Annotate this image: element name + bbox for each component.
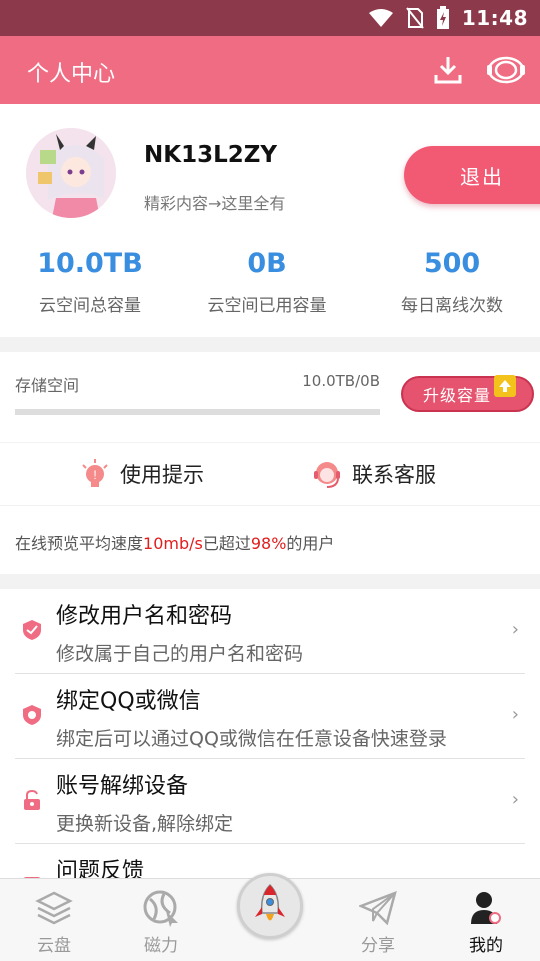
magnet-globe-icon bbox=[143, 890, 178, 927]
contact-support-button[interactable]: 联系客服 bbox=[312, 458, 436, 490]
tab-label: 磁力 bbox=[144, 936, 178, 956]
bottom-tab-bar: 云盘 磁力 分享 我的 bbox=[0, 873, 540, 961]
tab-label: 分享 bbox=[361, 936, 395, 956]
no-sim-icon bbox=[406, 7, 424, 29]
storage-section: 存储空间 10.0TB/0B 升级容量 bbox=[0, 352, 540, 442]
upgrade-capacity-button[interactable]: 升级容量 bbox=[401, 375, 534, 412]
stat-value: 0B bbox=[247, 248, 287, 279]
download-button[interactable] bbox=[428, 50, 468, 90]
user-icon bbox=[471, 892, 501, 924]
wifi-icon bbox=[368, 9, 393, 27]
settings-menu: 修改用户名和密码 修改属于自己的用户名和密码 › 绑定QQ或微信 绑定后可以通过… bbox=[0, 589, 540, 889]
contact-support-label: 联系客服 bbox=[352, 463, 436, 487]
chevron-right-icon: › bbox=[511, 789, 519, 810]
menu-item-subtitle: 更换新设备,解除绑定 bbox=[56, 813, 234, 835]
app-bar: 个人中心 bbox=[0, 36, 540, 104]
rocket-button[interactable] bbox=[237, 873, 303, 939]
rocket-icon bbox=[255, 883, 285, 921]
menu-item-unbind-device[interactable]: 账号解绑设备 更换新设备,解除绑定 › bbox=[15, 759, 525, 844]
status-bar: 11:48 bbox=[0, 0, 540, 36]
stat-total-capacity: 10.0TB 云空间总容量 bbox=[0, 248, 180, 316]
upgrade-label: 升级容量 bbox=[423, 386, 492, 405]
logout-button[interactable]: 退出 bbox=[404, 146, 540, 204]
usage-tips-button[interactable]: ! 使用提示 bbox=[80, 458, 204, 490]
stat-value: 500 bbox=[423, 248, 481, 279]
battery-charging-icon bbox=[436, 6, 449, 29]
menu-item-title: 修改用户名和密码 bbox=[56, 604, 233, 629]
stat-used-capacity: 0B 云空间已用容量 bbox=[177, 248, 357, 316]
chevron-right-icon: › bbox=[511, 704, 519, 725]
speed-percent: 98% bbox=[250, 534, 287, 553]
menu-item-subtitle: 绑定后可以通过QQ或微信在任意设备快速登录 bbox=[56, 728, 447, 750]
paper-plane-icon bbox=[359, 891, 397, 925]
tab-share[interactable]: 分享 bbox=[333, 889, 423, 956]
unlock-icon bbox=[24, 789, 40, 810]
storage-value: 10.0TB/0B bbox=[302, 372, 380, 390]
tab-label: 云盘 bbox=[37, 936, 71, 956]
bind-icon bbox=[23, 705, 41, 725]
arrow-up-icon bbox=[494, 375, 516, 397]
customer-service-button[interactable] bbox=[486, 50, 526, 90]
avatar[interactable] bbox=[26, 128, 116, 218]
chevron-right-icon: › bbox=[511, 619, 519, 640]
status-time: 11:48 bbox=[461, 6, 528, 30]
headset-icon bbox=[314, 462, 340, 488]
tab-cloud-disk[interactable]: 云盘 bbox=[9, 889, 99, 956]
menu-item-title: 绑定QQ或微信 bbox=[56, 689, 201, 714]
tab-label: 我的 bbox=[469, 936, 503, 956]
menu-item-subtitle: 修改属于自己的用户名和密码 bbox=[56, 643, 304, 665]
speed-value: 10mb/s bbox=[143, 534, 203, 553]
menu-item-title: 账号解绑设备 bbox=[56, 774, 189, 799]
shield-icon bbox=[23, 620, 41, 640]
svg-text:!: ! bbox=[93, 468, 96, 482]
tips-row: ! 使用提示 联系客服 bbox=[0, 443, 540, 505]
stat-label: 云空间总容量 bbox=[39, 296, 141, 316]
username: NK13L2ZY bbox=[144, 142, 278, 168]
customer-service-icon bbox=[487, 56, 525, 84]
stat-offline-count: 500 每日离线次数 bbox=[362, 248, 540, 316]
stat-value: 10.0TB bbox=[37, 248, 143, 279]
storage-label: 存储空间 bbox=[15, 376, 80, 395]
speed-suffix: 的用户 bbox=[286, 534, 335, 553]
stat-label: 云空间已用容量 bbox=[207, 296, 327, 316]
download-icon bbox=[434, 57, 462, 84]
layers-icon bbox=[35, 891, 73, 925]
speed-text: 在线预览平均速度10mb/s已超过98%的用户 bbox=[15, 530, 334, 554]
usage-tips-label: 使用提示 bbox=[120, 463, 204, 487]
page-title: 个人中心 bbox=[27, 62, 116, 87]
lightbulb-icon: ! bbox=[82, 459, 108, 487]
profile-slogan: 精彩内容→这里全有 bbox=[144, 194, 286, 213]
speed-info: 在线预览平均速度10mb/s已超过98%的用户 bbox=[0, 506, 540, 574]
menu-item-bind-qq-wechat[interactable]: 绑定QQ或微信 绑定后可以通过QQ或微信在任意设备快速登录 › bbox=[15, 674, 525, 759]
speed-middle: 已超过 bbox=[202, 534, 251, 553]
menu-item-change-credentials[interactable]: 修改用户名和密码 修改属于自己的用户名和密码 › bbox=[15, 589, 525, 674]
tab-magnet[interactable]: 磁力 bbox=[116, 889, 206, 956]
profile-card: NK13L2ZY 精彩内容→这里全有 退出 10.0TB 云空间总容量 0B 云… bbox=[0, 104, 540, 337]
storage-progress-bar bbox=[15, 409, 380, 415]
speed-prefix: 在线预览平均速度 bbox=[15, 534, 144, 553]
stat-label: 每日离线次数 bbox=[401, 296, 503, 316]
tab-mine[interactable]: 我的 bbox=[441, 889, 531, 956]
